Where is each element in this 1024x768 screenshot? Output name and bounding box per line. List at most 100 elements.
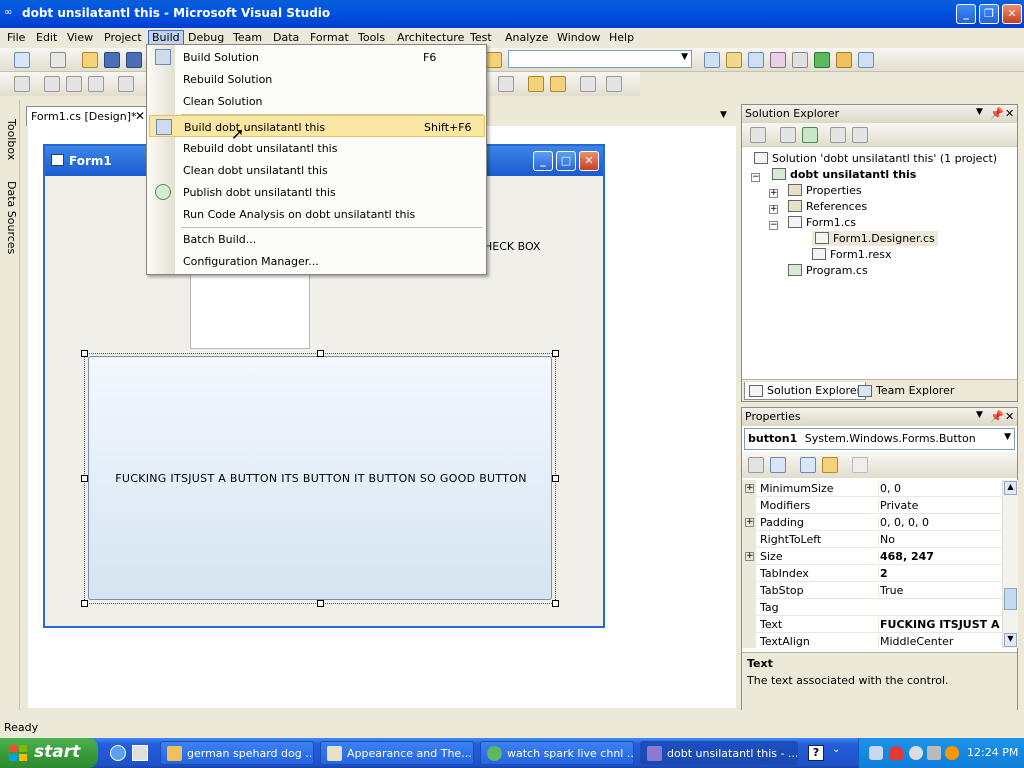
property-value[interactable]: No — [878, 533, 1002, 546]
properties-icon[interactable] — [726, 52, 742, 68]
tree-properties[interactable]: Properties — [788, 184, 862, 197]
close-tab-icon[interactable]: ✕ — [135, 109, 145, 123]
refresh-icon[interactable] — [802, 127, 818, 143]
menu-view[interactable]: View — [64, 30, 96, 46]
security-shield-icon[interactable] — [889, 746, 903, 760]
tools-icon[interactable] — [792, 52, 808, 68]
solution-config-combo[interactable]: ▼ — [508, 50, 692, 68]
start-button[interactable]: start — [0, 738, 98, 768]
properties-icon[interactable] — [750, 127, 766, 143]
command-window-icon[interactable] — [858, 52, 874, 68]
form-maximize-button[interactable]: □ — [556, 151, 576, 171]
minimize-button[interactable]: _ — [956, 4, 976, 24]
property-value[interactable]: FUCKING ITSJUST A BUTTON ITS BUTTON IT B… — [878, 618, 1002, 631]
taskbar-item[interactable]: german spehard dog ... — [160, 741, 314, 765]
align-to-grid-icon[interactable] — [14, 76, 30, 92]
picture-box[interactable] — [190, 270, 310, 349]
save-all-icon[interactable] — [126, 52, 142, 68]
menu-item-rebuild-solution[interactable]: Rebuild Solution — [149, 68, 485, 90]
menu-analyze[interactable]: Analyze — [502, 30, 551, 46]
pin-icon[interactable]: 📌 — [990, 107, 1004, 120]
taskbar-item-active[interactable]: dobt unsilatantl this - ... — [640, 741, 798, 765]
menu-item-clean-solution[interactable]: Clean Solution — [149, 90, 485, 112]
send-to-back-icon[interactable] — [550, 76, 566, 92]
property-value[interactable]: 0, 0, 0, 0 — [878, 516, 1002, 529]
property-row[interactable]: TextAlign MiddleCenter — [742, 633, 1002, 648]
usb-icon[interactable] — [927, 746, 941, 760]
events-icon[interactable] — [822, 457, 838, 473]
collapse-icon[interactable]: − — [751, 173, 760, 182]
close-button[interactable]: ✕ — [1002, 4, 1022, 24]
save-icon[interactable] — [104, 52, 120, 68]
expand-icon[interactable]: + — [745, 484, 754, 493]
property-row[interactable]: Text FUCKING ITSJUST A BUTTON ITS BUTTON … — [742, 616, 1002, 633]
menu-item-publish-project[interactable]: Publish dobt unsilatantl this — [149, 181, 485, 203]
form-close-button[interactable]: ✕ — [579, 151, 599, 171]
volume-icon[interactable] — [909, 746, 923, 760]
tab-order-icon[interactable] — [580, 76, 596, 92]
tab-form1-design[interactable]: Form1.cs [Design]* ✕ — [26, 106, 150, 126]
add-item-icon[interactable] — [50, 52, 66, 68]
toolbox-icon[interactable] — [770, 52, 786, 68]
tree-form1[interactable]: Form1.cs — [788, 216, 856, 229]
menu-item-run-code-analysis[interactable]: Run Code Analysis on dobt unsilatantl th… — [149, 203, 485, 225]
panel-menu-icon[interactable]: ▼ — [976, 410, 983, 420]
checkbox-label[interactable]: HECK BOX — [484, 240, 540, 253]
menu-item-configuration-manager[interactable]: Configuration Manager... — [149, 250, 485, 272]
restore-button[interactable]: ❐ — [979, 4, 999, 24]
button1[interactable]: FUCKING ITSJUST A BUTTON ITS BUTTON IT B… — [88, 356, 552, 600]
tree-form1-resx[interactable]: Form1.resx — [812, 248, 892, 261]
menu-item-batch-build[interactable]: Batch Build... — [149, 228, 485, 250]
menu-help[interactable]: Help — [606, 30, 637, 46]
resize-handle[interactable] — [317, 600, 324, 607]
menu-edit[interactable]: Edit — [33, 30, 60, 46]
tab-team-explorer[interactable]: Team Explorer — [854, 382, 958, 400]
collapse-icon[interactable]: − — [769, 221, 778, 230]
property-row[interactable]: + MinimumSize 0, 0 — [742, 480, 1002, 497]
panel-close-icon[interactable]: ✕ — [1005, 410, 1014, 423]
view-designer-icon[interactable] — [852, 127, 868, 143]
align-tops-icon[interactable] — [118, 76, 134, 92]
panel-menu-icon[interactable]: ▼ — [976, 107, 983, 117]
taskbar-item[interactable]: watch spark live chnl ... — [480, 741, 634, 765]
menu-project[interactable]: Project — [101, 30, 145, 46]
property-value[interactable]: True — [878, 584, 1002, 597]
property-row[interactable]: TabIndex 2 — [742, 565, 1002, 582]
align-lefts-icon[interactable] — [44, 76, 60, 92]
object-selector[interactable]: button1 System.Windows.Forms.Button ▼ — [744, 428, 1015, 450]
tree-solution[interactable]: Solution 'dobt unsilatantl this' (1 proj… — [754, 152, 997, 165]
property-row[interactable]: TabStop True — [742, 582, 1002, 599]
open-file-icon[interactable] — [82, 52, 98, 68]
categorized-icon[interactable] — [748, 457, 764, 473]
scroll-thumb[interactable] — [1004, 588, 1017, 610]
tab-list-dropdown-icon[interactable]: ▼ — [720, 110, 727, 120]
panel-close-icon[interactable]: ✕ — [1005, 107, 1014, 120]
view-code-icon[interactable] — [830, 127, 846, 143]
show-all-files-icon[interactable] — [780, 127, 796, 143]
property-value[interactable]: 0, 0 — [878, 482, 1002, 495]
menu-item-clean-project[interactable]: Clean dobt unsilatantl this — [149, 159, 485, 181]
tab-solution-explorer[interactable]: Solution Explorer — [744, 382, 867, 400]
find-icon[interactable] — [704, 52, 720, 68]
search-icon[interactable] — [945, 746, 959, 760]
extension-icon[interactable] — [836, 52, 852, 68]
resize-handle[interactable] — [552, 350, 559, 357]
show-desktop-icon[interactable] — [132, 745, 148, 761]
scroll-down-icon[interactable]: ▼ — [1004, 633, 1017, 647]
property-row[interactable]: Modifiers Private — [742, 497, 1002, 514]
pin-icon[interactable]: 📌 — [990, 410, 1004, 423]
resize-handle[interactable] — [552, 600, 559, 607]
bring-to-front-icon[interactable] — [528, 76, 544, 92]
form-minimize-button[interactable]: _ — [533, 151, 553, 171]
tree-references[interactable]: References — [788, 200, 867, 213]
property-row[interactable]: Tag — [742, 599, 1002, 616]
property-row[interactable]: + Padding 0, 0, 0, 0 — [742, 514, 1002, 531]
lock-controls-icon[interactable] — [606, 76, 622, 92]
menu-item-build-project[interactable]: Build dobt unsilatantl this Shift+F6 — [149, 115, 485, 137]
properties-view-icon[interactable] — [800, 457, 816, 473]
scroll-up-icon[interactable]: ▲ — [1004, 481, 1017, 495]
make-same-size-icon[interactable] — [498, 76, 514, 92]
expand-icon[interactable]: + — [769, 189, 778, 198]
property-pages-icon[interactable] — [852, 457, 868, 473]
help-icon[interactable]: ? — [808, 745, 824, 761]
